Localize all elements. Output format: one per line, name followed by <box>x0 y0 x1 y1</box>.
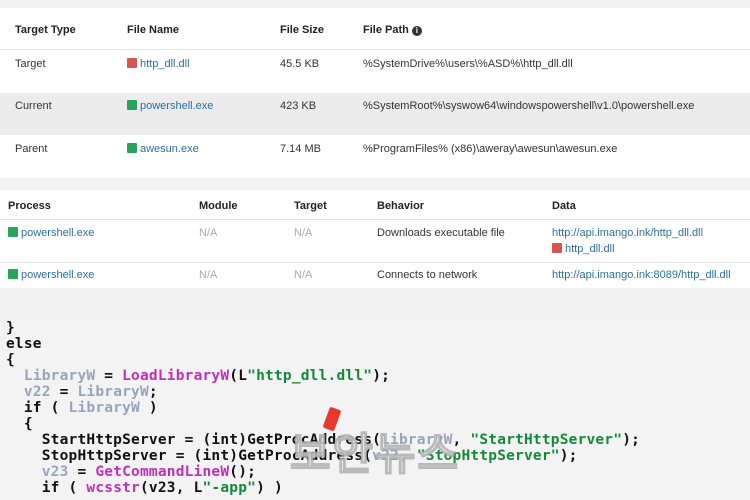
code-line: else <box>6 336 42 352</box>
file-name-link[interactable]: http_dll.dll <box>127 58 190 70</box>
header-file-path: File Path i <box>363 24 422 36</box>
file-name-link[interactable]: powershell.exe <box>127 100 213 112</box>
header-file-size: File Size <box>280 24 325 36</box>
file-path: %SystemDrive%\users\%ASD%\http_dll.dll <box>363 58 573 70</box>
target-type: Target <box>15 58 46 70</box>
table-row: Current powershell.exe 423 KB %SystemRoo… <box>0 93 750 135</box>
header-target: Target <box>294 200 327 212</box>
code-line: { <box>23 416 33 432</box>
code-line: StopHttpServer = (int)GetProcAddress(v22… <box>41 448 578 464</box>
code-line: if ( LibraryW ) <box>23 400 158 416</box>
target-value: N/A <box>294 269 313 281</box>
code-line: LibraryW = LoadLibraryW(L"http_dll.dll")… <box>23 368 391 384</box>
green-square-icon <box>127 143 137 153</box>
process-link[interactable]: powershell.exe <box>8 227 94 239</box>
header-behavior: Behavior <box>377 200 425 212</box>
code-line: { <box>6 352 15 368</box>
target-value: N/A <box>294 227 313 239</box>
behavior-table-header: Process Module Target Behavior Data <box>0 200 750 220</box>
code-line: StartHttpServer = (int)GetProcAddress(Li… <box>41 432 641 448</box>
info-icon[interactable]: i <box>411 26 422 36</box>
green-square-icon <box>127 100 137 110</box>
table-row: powershell.exe N/A N/A Connects to netwo… <box>0 263 750 288</box>
behavior-value: Connects to network <box>377 269 478 281</box>
process-link[interactable]: powershell.exe <box>8 269 94 281</box>
red-square-icon <box>552 243 562 253</box>
header-module: Module <box>199 200 238 212</box>
data-url-link[interactable]: http://api.imango.ink:8089/http_dll.dll <box>552 269 731 281</box>
behavior-value: Downloads executable file <box>377 227 505 239</box>
header-process: Process <box>8 200 51 212</box>
code-line: if ( wcsstr(v23, L"-app") ) <box>41 480 283 496</box>
module-value: N/A <box>199 269 218 281</box>
table-row: Parent awesun.exe 7.14 MB %ProgramFiles%… <box>0 136 750 178</box>
file-info-table: Target Type File Name File Size File Pat… <box>0 8 750 178</box>
data-file-link[interactable]: http_dll.dll <box>552 243 615 255</box>
target-type: Parent <box>15 143 48 155</box>
file-size: 423 KB <box>280 100 317 112</box>
file-path: %ProgramFiles% (x86)\aweray\awesun\awesu… <box>363 143 618 155</box>
file-size: 45.5 KB <box>280 58 320 70</box>
code-line: } <box>6 320 15 336</box>
behavior-table: Process Module Target Behavior Data powe… <box>0 190 750 288</box>
table-row: Target http_dll.dll 45.5 KB %SystemDrive… <box>0 50 750 92</box>
data-url-link[interactable]: http://api.imango.ink/http_dll.dll <box>552 227 703 239</box>
green-square-icon <box>8 269 18 279</box>
file-path: %SystemRoot%\syswow64\windowspowershell\… <box>363 100 695 112</box>
module-value: N/A <box>199 227 218 239</box>
file-name-link[interactable]: awesun.exe <box>127 143 199 155</box>
file-size: 7.14 MB <box>280 143 321 155</box>
target-type: Current <box>15 100 52 112</box>
decompiled-code-block: } else { LibraryW = LoadLibraryW(L"http_… <box>0 318 750 500</box>
table-row: powershell.exe N/A N/A Downloads executa… <box>0 220 750 262</box>
header-data: Data <box>552 200 576 212</box>
header-target-type: Target Type <box>15 24 76 36</box>
code-line: v22 = LibraryW; <box>23 384 158 400</box>
file-table-header: Target Type File Name File Size File Pat… <box>0 24 750 44</box>
red-square-icon <box>127 58 137 68</box>
green-square-icon <box>8 227 18 237</box>
header-file-name: File Name <box>127 24 179 36</box>
code-line: v23 = GetCommandLineW(); <box>41 464 257 480</box>
